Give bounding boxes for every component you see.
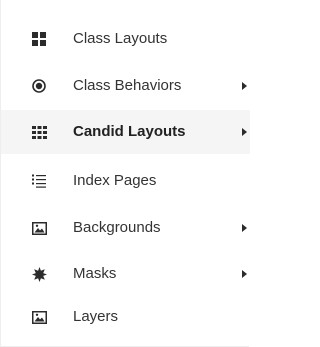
starburst-icon [31, 266, 47, 282]
image-icon [31, 220, 47, 236]
menu-item-class-layouts[interactable]: Class Layouts [1, 17, 250, 61]
list-numbered-icon [31, 173, 47, 189]
chevron-right-icon [242, 128, 247, 136]
menu-item-masks[interactable]: Masks [1, 252, 250, 296]
menu-item-label: Candid Layouts [73, 123, 186, 140]
menu-item-backgrounds[interactable]: Backgrounds [1, 206, 250, 250]
dropdown-menu: Class Layouts Class Behaviors Candid Lay… [0, 0, 250, 347]
chevron-right-icon [242, 224, 247, 232]
grid-3x3-icon [31, 124, 47, 140]
menu-item-label: Index Pages [73, 172, 157, 189]
target-icon [31, 78, 47, 94]
menu-item-label: Class Layouts [73, 30, 168, 47]
image-icon [31, 309, 47, 325]
chevron-right-icon [242, 270, 247, 278]
menu-item-label: Layers [73, 308, 119, 325]
menu-item-class-behaviors[interactable]: Class Behaviors [1, 64, 250, 108]
menu-item-layers[interactable]: Layers [1, 295, 250, 339]
chevron-right-icon [242, 82, 247, 90]
menu-item-candid-layouts[interactable]: Candid Layouts [1, 110, 250, 154]
menu-item-index-pages[interactable]: Index Pages [1, 159, 250, 203]
menu-item-label: Backgrounds [73, 219, 161, 236]
menu-item-label: Masks [73, 265, 117, 282]
menu-item-label: Class Behaviors [73, 77, 182, 94]
grid-2x2-icon [31, 31, 47, 47]
